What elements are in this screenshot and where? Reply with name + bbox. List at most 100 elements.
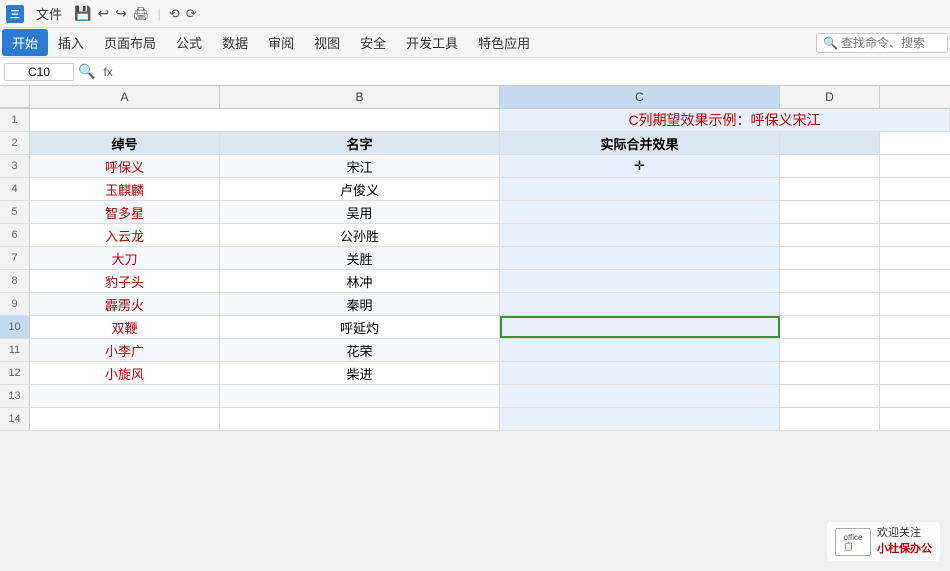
redo-icon[interactable]: ↪	[115, 5, 127, 22]
search-input[interactable]	[841, 36, 941, 50]
cell-c5[interactable]	[500, 201, 780, 223]
search-bar[interactable]: 🔍	[816, 33, 948, 53]
undo2-icon[interactable]: ⟲	[169, 6, 180, 22]
row-num-6: 6	[0, 224, 30, 246]
cell-c7[interactable]	[500, 247, 780, 269]
cell-a12[interactable]: 小旋风	[30, 362, 220, 384]
cell-b14[interactable]	[220, 408, 500, 430]
row-num-13: 13	[0, 385, 30, 407]
cell-c8[interactable]	[500, 270, 780, 292]
table-row: 7 大刀 关胜	[0, 247, 950, 270]
col-header-c[interactable]: C	[500, 86, 780, 108]
cell-a7[interactable]: 大刀	[30, 247, 220, 269]
cell-c3[interactable]: ✛	[500, 155, 780, 177]
table-row: 9 霹雳火 秦明	[0, 293, 950, 316]
cell-c4[interactable]	[500, 178, 780, 200]
corner-cell	[0, 86, 30, 108]
cell-c11[interactable]	[500, 339, 780, 361]
table-row: 8 豹子头 林冲	[0, 270, 950, 293]
cell-b10[interactable]: 呼延灼	[220, 316, 500, 338]
cell-b8[interactable]: 林冲	[220, 270, 500, 292]
cell-b6[interactable]: 公孙胜	[220, 224, 500, 246]
cell-b4[interactable]: 卢俊义	[220, 178, 500, 200]
cell-a11[interactable]: 小李广	[30, 339, 220, 361]
file-menu[interactable]: 文件	[30, 2, 68, 25]
print-icon[interactable]: 🖨	[133, 6, 150, 22]
col-header-a[interactable]: A	[30, 86, 220, 108]
cell-a9[interactable]: 霹雳火	[30, 293, 220, 315]
cell-d9[interactable]	[780, 293, 880, 315]
cell-a6[interactable]: 入云龙	[30, 224, 220, 246]
cell-d8[interactable]	[780, 270, 880, 292]
cell-d14[interactable]	[780, 408, 880, 430]
menu-review[interactable]: 审阅	[258, 29, 304, 56]
cell-a10[interactable]: 双鞭	[30, 316, 220, 338]
app-icon: 三	[6, 5, 24, 23]
cell-d2[interactable]	[780, 132, 880, 154]
cell-b13[interactable]	[220, 385, 500, 407]
cell-b11[interactable]: 花荣	[220, 339, 500, 361]
watermark-icon: office📋	[835, 528, 871, 556]
cell-b7[interactable]: 关胜	[220, 247, 500, 269]
cell-a4[interactable]: 玉麒麟	[30, 178, 220, 200]
col-header-b[interactable]: B	[220, 86, 500, 108]
cell-d5[interactable]	[780, 201, 880, 223]
cell-c10[interactable]	[500, 316, 780, 338]
cell-c2[interactable]: 实际合并效果	[500, 132, 780, 154]
menu-formula[interactable]: 公式	[166, 29, 212, 56]
row-num-8: 8	[0, 270, 30, 292]
formula-input[interactable]	[121, 63, 946, 80]
office-icon: office📋	[844, 533, 863, 551]
row-num-1: 1	[0, 109, 30, 131]
menu-layout[interactable]: 页面布局	[94, 29, 166, 56]
cell-c1[interactable]: C列期望效果示例：呼保义宋江	[500, 109, 950, 131]
table-row: 4 玉麒麟 卢俊义	[0, 178, 950, 201]
menu-special[interactable]: 特色应用	[468, 29, 540, 56]
cell-c9[interactable]	[500, 293, 780, 315]
cell-a2[interactable]: 绰号	[30, 132, 220, 154]
table-row: 13	[0, 385, 950, 408]
row-num-11: 11	[0, 339, 30, 361]
cell-b5[interactable]: 吴用	[220, 201, 500, 223]
save-icon[interactable]: 💾	[74, 5, 91, 22]
fx-button[interactable]: fx	[99, 64, 116, 80]
cell-c12[interactable]	[500, 362, 780, 384]
cell-a8[interactable]: 豹子头	[30, 270, 220, 292]
cell-c6[interactable]	[500, 224, 780, 246]
cell-d10[interactable]	[780, 316, 880, 338]
menu-dev[interactable]: 开发工具	[396, 29, 468, 56]
menu-view[interactable]: 视图	[304, 29, 350, 56]
table-row: 2 绰号 名字 实际合并效果	[0, 132, 950, 155]
cell-d13[interactable]	[780, 385, 880, 407]
row-num-14: 14	[0, 408, 30, 430]
col-header-d[interactable]: D	[780, 86, 880, 108]
menu-security[interactable]: 安全	[350, 29, 396, 56]
menu-start[interactable]: 开始	[2, 29, 48, 56]
table-row: 14	[0, 408, 950, 431]
cell-d7[interactable]	[780, 247, 880, 269]
cell-d12[interactable]	[780, 362, 880, 384]
cell-a13[interactable]	[30, 385, 220, 407]
cell-reference[interactable]	[4, 63, 74, 81]
table-row: 12 小旋风 柴进	[0, 362, 950, 385]
menu-data[interactable]: 数据	[212, 29, 258, 56]
cell-b2[interactable]: 名字	[220, 132, 500, 154]
cell-b3[interactable]: 宋江	[220, 155, 500, 177]
cell-d4[interactable]	[780, 178, 880, 200]
formula-icon: 🔍	[78, 63, 95, 80]
cell-a1[interactable]	[30, 109, 500, 131]
undo-icon[interactable]: ↩	[97, 5, 109, 22]
column-headers: A B C D	[0, 86, 950, 109]
cell-c13[interactable]	[500, 385, 780, 407]
cell-d3[interactable]	[780, 155, 880, 177]
redo2-icon[interactable]: ⟳	[186, 6, 197, 22]
cell-c14[interactable]	[500, 408, 780, 430]
cell-a14[interactable]	[30, 408, 220, 430]
cell-a3[interactable]: 呼保义	[30, 155, 220, 177]
cell-d11[interactable]	[780, 339, 880, 361]
cell-b9[interactable]: 秦明	[220, 293, 500, 315]
menu-insert[interactable]: 插入	[48, 29, 94, 56]
cell-a5[interactable]: 智多星	[30, 201, 220, 223]
cell-d6[interactable]	[780, 224, 880, 246]
cell-b12[interactable]: 柴进	[220, 362, 500, 384]
